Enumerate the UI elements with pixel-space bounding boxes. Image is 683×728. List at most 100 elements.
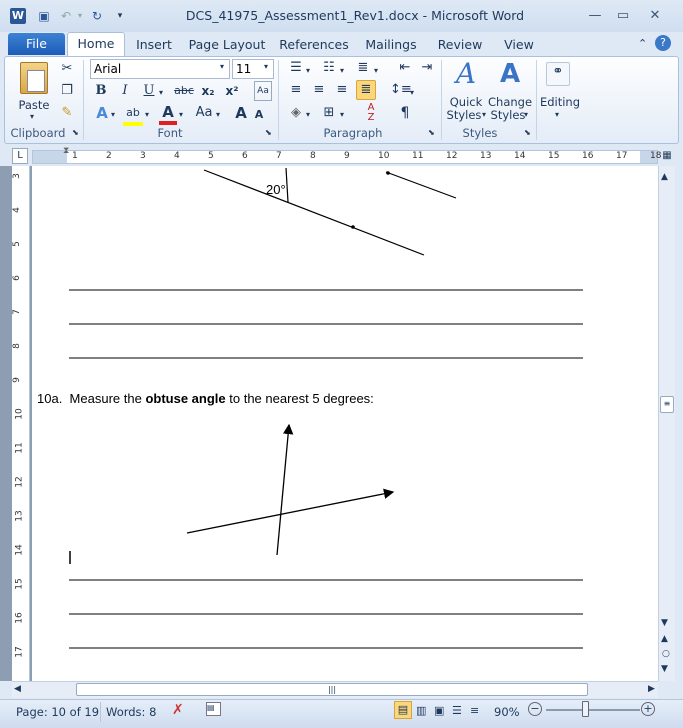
- zoom-slider-track[interactable]: [546, 709, 640, 711]
- align-right-icon[interactable]: ≡: [333, 81, 351, 99]
- align-left-icon[interactable]: ≡: [287, 81, 305, 99]
- bullets-dropdown-icon[interactable]: ▾: [306, 62, 310, 80]
- multilevel-dropdown-icon[interactable]: ▾: [374, 62, 378, 80]
- zoom-slider-thumb[interactable]: [582, 701, 589, 717]
- show-formatting-button[interactable]: ¶: [396, 104, 414, 122]
- document-page[interactable]: 20°: [32, 166, 658, 681]
- full-screen-reading-icon[interactable]: ▥: [416, 704, 426, 717]
- zoom-out-icon[interactable]: −: [528, 702, 542, 716]
- multilevel-list-icon[interactable]: ≣: [354, 59, 372, 77]
- undo-dropdown-icon[interactable]: ▾: [72, 8, 88, 24]
- print-layout-view-icon[interactable]: ▤: [394, 701, 412, 719]
- format-painter-icon[interactable]: ✎: [58, 104, 76, 122]
- font-name-dropdown-icon[interactable]: ▾: [220, 62, 224, 71]
- italic-button[interactable]: I: [116, 82, 134, 100]
- borders-icon[interactable]: ⊞: [320, 104, 338, 122]
- highlight-dropdown-icon[interactable]: ▾: [145, 106, 149, 124]
- justify-icon[interactable]: ≣: [356, 80, 376, 100]
- tab-references[interactable]: References: [278, 35, 350, 55]
- bullets-icon[interactable]: ☰: [287, 59, 305, 77]
- subscript-button[interactable]: x₂: [198, 82, 218, 100]
- macro-record-icon[interactable]: ▤: [206, 702, 221, 716]
- change-styles-label-2[interactable]: Styles: [488, 109, 528, 122]
- clipboard-launcher-icon[interactable]: ⬊: [72, 128, 79, 137]
- change-case-dropdown-icon[interactable]: ▾: [216, 106, 220, 124]
- highlight-icon[interactable]: ab: [123, 104, 143, 126]
- font-launcher-icon[interactable]: ⬊: [265, 128, 272, 137]
- font-name-combo[interactable]: Arial: [90, 59, 230, 79]
- tab-mailings[interactable]: Mailings: [362, 35, 420, 55]
- indent-marker-icon[interactable]: ⧗: [63, 146, 69, 156]
- page-count[interactable]: Page: 10 of 19: [16, 705, 99, 719]
- scroll-right-icon[interactable]: ▶: [648, 684, 655, 694]
- text-effects-dropdown-icon[interactable]: ▾: [111, 106, 115, 124]
- draft-view-icon[interactable]: ≡: [470, 704, 479, 717]
- binoculars-icon[interactable]: ⚭: [546, 62, 570, 86]
- tab-selector-icon[interactable]: L: [12, 148, 28, 164]
- editing-dropdown-icon[interactable]: ▾: [555, 106, 559, 124]
- tab-view[interactable]: View: [498, 35, 540, 55]
- copy-icon[interactable]: ❐: [58, 82, 76, 100]
- browse-object-icon[interactable]: ○: [662, 649, 670, 659]
- previous-page-icon[interactable]: ▲: [661, 634, 668, 644]
- close-button[interactable]: ✕: [640, 6, 670, 26]
- change-styles-icon[interactable]: A: [494, 58, 526, 90]
- numbering-dropdown-icon[interactable]: ▾: [340, 62, 344, 80]
- collapse-ribbon-icon[interactable]: ⌃: [638, 37, 647, 50]
- view-ruler-icon[interactable]: ▦: [660, 150, 674, 164]
- change-styles-dropdown-icon[interactable]: ▾: [524, 110, 528, 120]
- maximize-button[interactable]: ▭: [608, 6, 638, 26]
- editing-button[interactable]: Editing: [538, 93, 582, 111]
- sort-icon[interactable]: AZ: [362, 103, 380, 123]
- word-count[interactable]: Words: 8: [106, 705, 156, 719]
- tab-file[interactable]: File: [8, 33, 65, 55]
- numbering-icon[interactable]: ☷: [320, 59, 338, 77]
- scroll-down-icon[interactable]: ▼: [661, 618, 668, 628]
- decrease-indent-icon[interactable]: ⇤: [396, 59, 414, 77]
- tab-review[interactable]: Review: [432, 35, 488, 55]
- borders-dropdown-icon[interactable]: ▾: [340, 106, 344, 124]
- tab-insert[interactable]: Insert: [130, 35, 178, 55]
- shading-dropdown-icon[interactable]: ▾: [306, 106, 310, 124]
- vertical-scrollbar[interactable]: [658, 166, 675, 681]
- text-effects-icon[interactable]: A: [93, 104, 111, 122]
- customize-toolbar-icon[interactable]: ▾: [112, 8, 128, 24]
- font-size-dropdown-icon[interactable]: ▾: [264, 62, 268, 71]
- minimize-button[interactable]: —: [580, 6, 610, 26]
- line-spacing-dropdown-icon[interactable]: ▾: [410, 84, 414, 102]
- tab-home[interactable]: Home: [67, 32, 125, 58]
- superscript-button[interactable]: x²: [222, 82, 242, 100]
- proofing-icon[interactable]: ✗: [172, 702, 184, 718]
- save-icon[interactable]: ▣: [36, 8, 52, 24]
- shading-icon[interactable]: ◈: [287, 104, 305, 122]
- clear-formatting-icon[interactable]: Aa: [254, 81, 272, 101]
- change-case-button[interactable]: Aa: [192, 104, 216, 122]
- line-spacing-icon[interactable]: ↕≡: [390, 81, 412, 99]
- shrink-font-icon[interactable]: A: [252, 106, 266, 124]
- tab-page-layout[interactable]: Page Layout: [188, 35, 266, 55]
- word-app-icon[interactable]: W: [10, 8, 26, 24]
- strikethrough-button[interactable]: abc: [172, 82, 196, 100]
- scroll-up-icon[interactable]: ▲: [661, 172, 668, 182]
- redo-icon[interactable]: ↻: [89, 8, 105, 24]
- horizontal-scroll-thumb[interactable]: |||: [76, 683, 588, 696]
- outline-view-icon[interactable]: ☰: [452, 704, 462, 717]
- quick-styles-label-2[interactable]: Styles: [444, 109, 484, 122]
- styles-launcher-icon[interactable]: ⬊: [524, 128, 531, 137]
- quick-styles-dropdown-icon[interactable]: ▾: [482, 110, 486, 120]
- scroll-left-icon[interactable]: ◀: [14, 684, 21, 694]
- underline-dropdown-icon[interactable]: ▾: [159, 84, 163, 102]
- align-center-icon[interactable]: ≡: [310, 81, 328, 99]
- quick-styles-icon[interactable]: A: [450, 58, 482, 90]
- next-page-icon[interactable]: ▼: [661, 664, 668, 674]
- vertical-scroll-thumb[interactable]: ≡: [660, 396, 674, 413]
- underline-button[interactable]: U: [140, 82, 158, 100]
- bold-button[interactable]: B: [92, 82, 110, 100]
- web-layout-icon[interactable]: ▣: [434, 704, 444, 717]
- help-icon[interactable]: ?: [655, 35, 671, 51]
- font-color-dropdown-icon[interactable]: ▾: [179, 106, 183, 124]
- font-color-icon[interactable]: A: [159, 103, 177, 125]
- grow-font-button[interactable]: A: [232, 104, 250, 122]
- paste-dropdown-icon[interactable]: ▾: [30, 108, 34, 126]
- zoom-level[interactable]: 90%: [494, 705, 520, 719]
